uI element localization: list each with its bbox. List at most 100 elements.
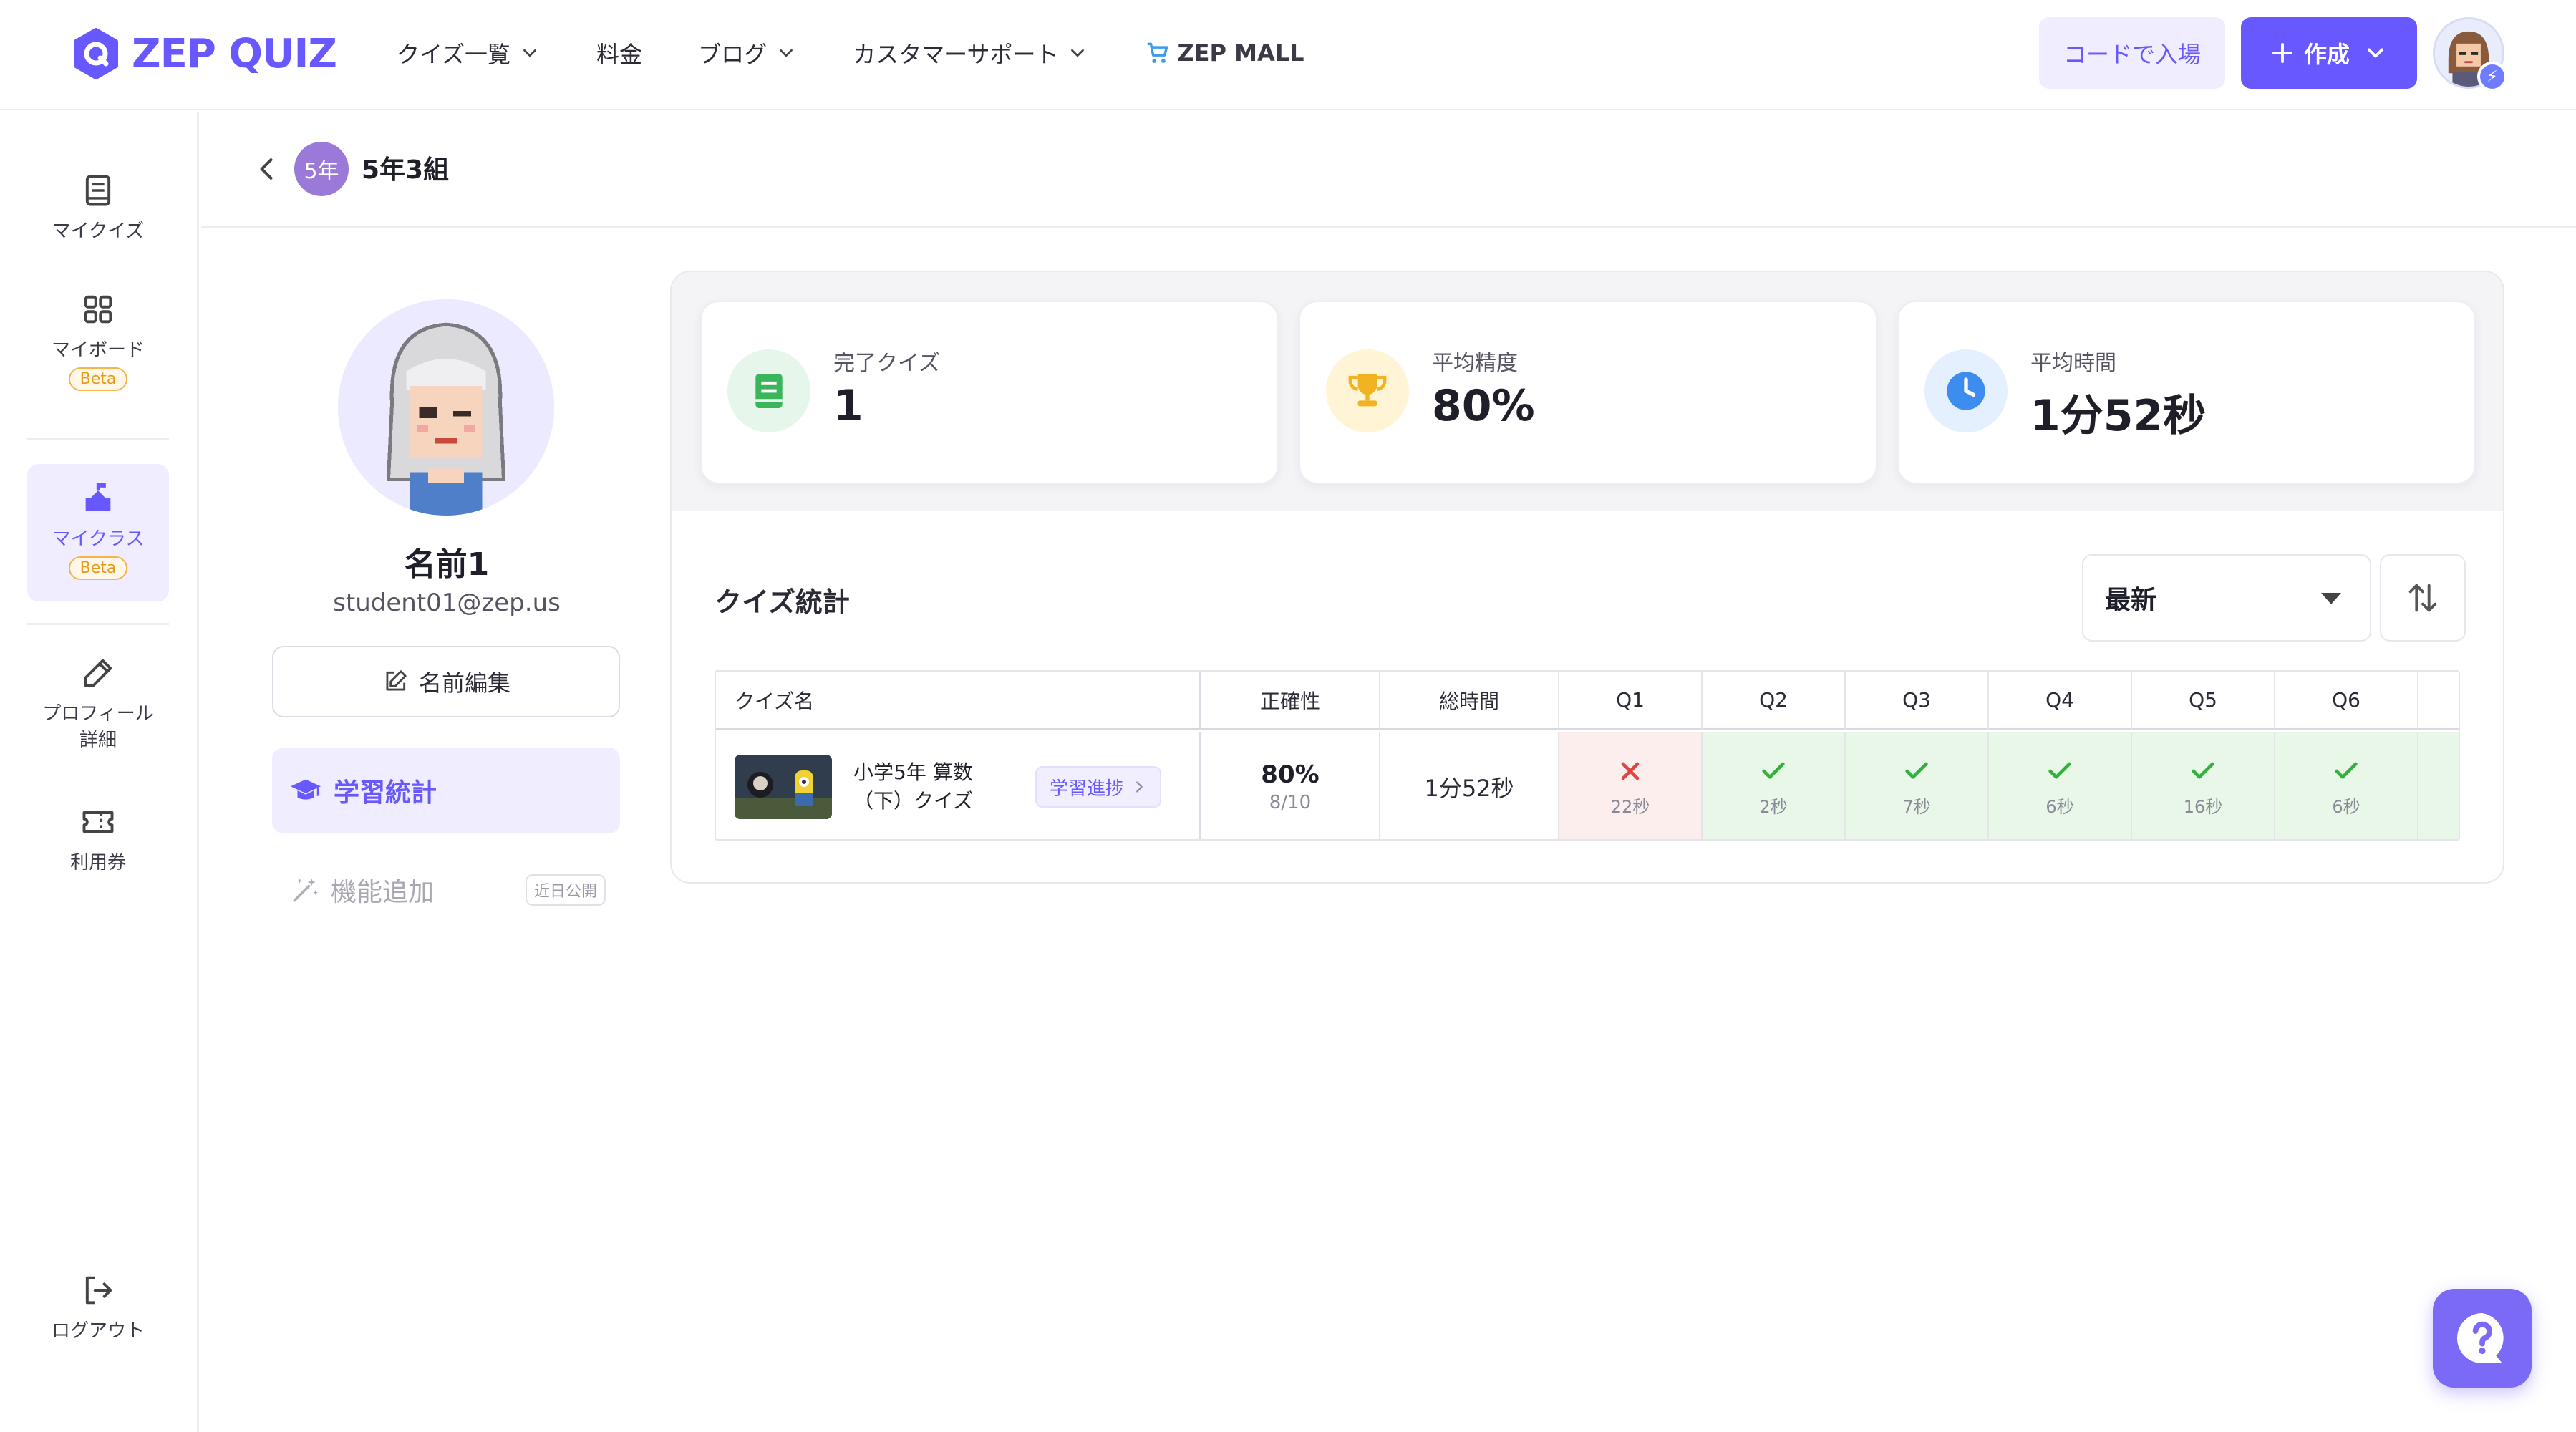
chevron-down-icon [2368, 48, 2383, 58]
nav-quiz-list-label: クイズ一覧 [397, 41, 511, 68]
back-icon[interactable] [251, 153, 283, 185]
answer-time: 2秒 [1759, 796, 1788, 817]
rail-my-quiz-label: マイクイズ [52, 221, 145, 242]
logout-icon [85, 1276, 112, 1305]
rail-my-quiz[interactable]: マイクイズ [27, 172, 169, 251]
stat-completed-quizzes: 完了クイズ 1 [700, 301, 1279, 484]
rail-profile-detail[interactable]: プロフィール 詳細 [27, 654, 169, 762]
col-q4: Q4 [1989, 672, 2132, 730]
rail-my-board[interactable]: マイボード Beta [27, 291, 169, 405]
sort-order-button[interactable] [2380, 554, 2466, 642]
answer-time: 6秒 [2332, 796, 2360, 817]
nav-pricing[interactable]: 料金 [596, 37, 642, 69]
rail-profile-label-1: プロフィール [42, 703, 154, 725]
rail-my-class[interactable]: マイクラス Beta [27, 464, 169, 601]
col-overflow [2418, 672, 2459, 730]
cell-q1: 22秒 [1559, 732, 1703, 839]
menu-add-feature: 機能追加 近日公開 [289, 863, 619, 916]
chevron-right-icon [1136, 781, 1143, 793]
col-q5: Q5 [2132, 672, 2275, 730]
cell-q3: 7秒 [1846, 732, 1989, 839]
magic-wand-icon [293, 878, 319, 902]
answer-time: 16秒 [2183, 796, 2223, 817]
check-icon [2045, 757, 2074, 788]
learning-progress-label: 学習進捗 [1050, 778, 1125, 800]
sort-select[interactable]: 最新 [2082, 554, 2371, 642]
graduation-cap-icon [290, 779, 321, 800]
main-nav: クイズ一覧 料金 ブログ カスタマーサポート ZEP MALL [397, 34, 1304, 72]
class-icon [85, 483, 111, 511]
plus-icon [2272, 43, 2292, 63]
edit-name-button[interactable]: 名前編集 [272, 646, 620, 717]
nav-zep-mall[interactable]: ZEP MALL [1144, 39, 1304, 67]
edit-icon [386, 670, 407, 691]
cell-q4: 6秒 [1989, 732, 2132, 839]
chevron-down-icon [1071, 49, 1085, 57]
pencil-icon [84, 659, 112, 687]
nav-zep-mall-label: ZEP MALL [1177, 39, 1304, 67]
stat-value: 1 [833, 381, 863, 431]
rail-divider [27, 623, 169, 625]
table-row-quiz: 小学5年 算数 （下）クイズ 学習進捗 [716, 732, 1201, 839]
brand-logo[interactable]: ZEP QUIZ [70, 26, 337, 82]
logo-icon [74, 28, 118, 79]
enter-code-button[interactable]: コードで入場 [2039, 17, 2225, 89]
rail-ticket[interactable]: 利用券 [27, 803, 169, 882]
cell-q5: 16秒 [2132, 732, 2275, 839]
stat-icon-wrap [1326, 349, 1409, 432]
chevron-down-icon [523, 49, 536, 57]
check-icon [1902, 757, 1931, 788]
book-icon [85, 175, 111, 206]
help-button[interactable] [2433, 1289, 2532, 1388]
help-chat-icon [2457, 1313, 2504, 1363]
col-q2: Q2 [1703, 672, 1846, 730]
quiz-name: 小学5年 算数 （下）クイズ [853, 758, 1025, 816]
col-q3: Q3 [1846, 672, 1989, 730]
stat-value: 1分52秒 [2030, 391, 2207, 441]
left-rail: マイクイズ マイボード Beta マイクラス Beta プロフィール 詳細 利用… [0, 112, 199, 1432]
quiz-stats-title: クイズ統計 [715, 586, 850, 618]
rail-ticket-label: 利用券 [69, 852, 126, 874]
sort-arrows-icon [2408, 584, 2437, 612]
menu-learning-stats[interactable]: 学習統計 [272, 748, 620, 833]
nav-pricing-label: 料金 [596, 41, 643, 68]
cell-overflow [2418, 732, 2459, 839]
sort-select-value: 最新 [2105, 586, 2157, 615]
nav-blog[interactable]: ブログ [698, 37, 797, 69]
rail-divider [27, 438, 169, 440]
stat-label: 平均精度 [1432, 351, 1518, 376]
col-quiz-name: クイズ名 [716, 672, 1201, 730]
clock-icon [1947, 372, 1985, 410]
stat-label: 平均時間 [2030, 351, 2116, 376]
check-icon [2332, 757, 2360, 788]
answer-time: 22秒 [1610, 796, 1650, 817]
top-header: ZEP QUIZ クイズ一覧 料金 ブログ カスタマーサポート ZEP MALL… [0, 0, 2576, 110]
avatar-image [338, 299, 554, 516]
learning-progress-button[interactable]: 学習進捗 [1035, 766, 1162, 808]
cell-accuracy: 80% 8/10 [1201, 732, 1380, 839]
nav-quiz-list[interactable]: クイズ一覧 [397, 37, 541, 69]
create-button[interactable]: 作成 [2241, 17, 2417, 89]
book-icon [755, 374, 783, 408]
nav-support[interactable]: カスタマーサポート [853, 37, 1088, 69]
rail-my-class-label: マイクラス [52, 528, 145, 550]
cell-q6: 6秒 [2275, 732, 2418, 839]
accuracy-value: 80% [1261, 760, 1320, 789]
accuracy-score: 8/10 [1269, 792, 1312, 813]
check-icon [1759, 757, 1788, 788]
beta-badge: Beta [68, 367, 128, 391]
menu-add-feature-label: 機能追加 [331, 878, 435, 907]
edit-name-label: 名前編集 [418, 669, 510, 697]
stats-card: 完了クイズ 1 平均精度 80% 平均時間 1分52秒 クイズ統計 最新 クイズ… [670, 271, 2504, 884]
quiz-thumbnail [735, 755, 832, 819]
lightning-badge-icon: ⚡ [2477, 62, 2507, 92]
stat-icon-wrap [1924, 349, 2008, 432]
coming-soon-badge: 近日公開 [525, 874, 606, 906]
nav-support-label: カスタマーサポート [853, 41, 1059, 68]
col-total-time: 総時間 [1380, 672, 1559, 730]
quiz-name-line2: （下）クイズ [853, 789, 974, 813]
total-time-value: 1分52秒 [1424, 775, 1514, 802]
logout-button[interactable]: ログアウト [27, 1272, 169, 1350]
menu-learning-stats-label: 学習統計 [334, 778, 437, 808]
student-avatar [338, 299, 554, 516]
